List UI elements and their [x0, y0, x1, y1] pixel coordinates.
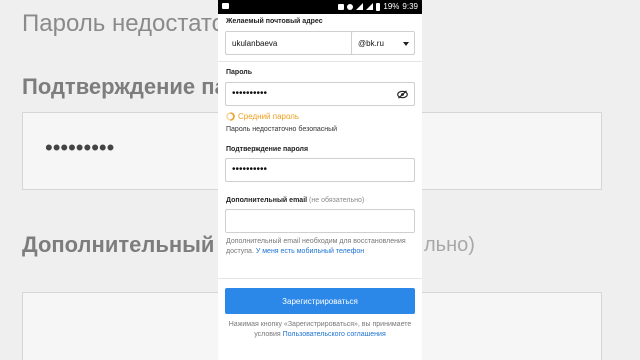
confirm-label: Подтверждение пароля	[226, 146, 309, 153]
status-bar: 19% 9:39	[218, 0, 422, 14]
email-field[interactable]: ukulanbaeva	[225, 31, 368, 55]
phone-screen: 19% 9:39 Желаемый почтовый адрес ukulanb…	[218, 0, 422, 360]
battery-icon	[376, 2, 381, 11]
bg-input-right-2	[422, 292, 602, 360]
divider	[218, 61, 422, 62]
extra-email-field[interactable]	[225, 209, 415, 233]
domain-select[interactable]: @bk.ru	[351, 31, 415, 55]
bg-text-extra: Дополнительный	[22, 232, 215, 257]
bg-text-password-hint: Пароль недостато	[22, 10, 218, 37]
terms-link[interactable]: Пользовательского соглашения	[283, 331, 386, 338]
strength-indicator-icon	[226, 112, 235, 121]
bg-text-right: льно)	[424, 234, 475, 256]
cast-icon	[338, 3, 345, 10]
bg-input-right	[422, 112, 602, 190]
confirm-password-field[interactable]: ••••••••••	[225, 158, 415, 182]
email-value: ukulanbaeva	[232, 39, 278, 48]
signal-icon	[356, 3, 364, 10]
domain-value: @bk.ru	[358, 39, 384, 48]
strength-hint: Пароль недостаточно безопасный	[226, 126, 338, 133]
terms-text: Нажимая кнопку «Зарегистрироваться», вы …	[228, 320, 412, 340]
extra-email-optional: (не обязательно)	[309, 197, 365, 204]
divider-2	[218, 278, 422, 279]
video-icon	[222, 3, 229, 9]
bg-input-confirm: •••••••••	[22, 112, 218, 190]
battery-percent: 19%	[383, 2, 400, 11]
eye-off-icon[interactable]	[397, 90, 408, 99]
strength-label: Средний пароль	[238, 112, 300, 121]
chevron-down-icon	[403, 42, 409, 46]
phone-link[interactable]: У меня есть мобильный телефон	[256, 248, 364, 255]
clock: 9:39	[402, 2, 418, 11]
bg-text-confirm: Подтверждение па	[22, 74, 218, 99]
bg-input-extra	[22, 292, 218, 360]
password-field[interactable]: ••••••••••	[225, 82, 415, 106]
extra-email-help: Дополнительный email необходим для восст…	[226, 237, 414, 257]
bg-dots: •••••••••	[45, 135, 115, 160]
background-right: льно)	[422, 0, 640, 360]
alarm-icon	[347, 3, 354, 10]
signal-2-icon	[366, 3, 374, 10]
confirm-mask: ••••••••••	[232, 164, 268, 175]
extra-email-label: Дополнительный email (не обязательно)	[226, 197, 364, 204]
password-mask: ••••••••••	[232, 88, 268, 99]
password-label: Пароль	[226, 69, 253, 76]
register-button[interactable]: Зарегистрироваться	[225, 288, 415, 314]
email-label: Желаемый почтовый адрес	[226, 18, 323, 25]
extra-email-label-text: Дополнительный email	[226, 197, 308, 204]
background-left: Пароль недостато Подтверждение па ••••••…	[0, 0, 218, 360]
